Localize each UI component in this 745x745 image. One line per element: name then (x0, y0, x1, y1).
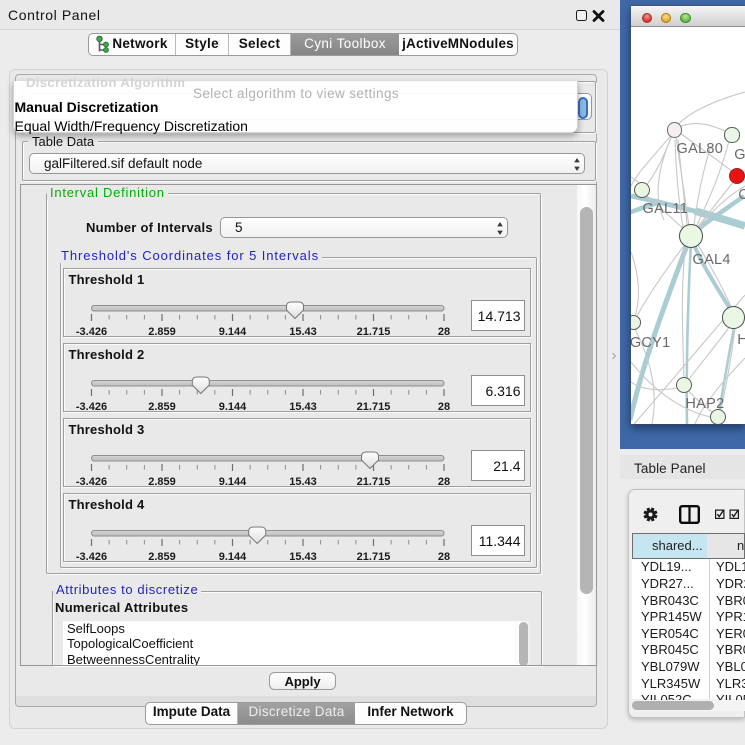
svg-text:2.859: 2.859 (148, 551, 176, 563)
svg-text:28: 28 (437, 476, 449, 488)
svg-text:2.859: 2.859 (148, 476, 176, 488)
svg-text:15.43: 15.43 (289, 326, 317, 338)
svg-text:15.43: 15.43 (289, 401, 317, 413)
svg-text:21.715: 21.715 (356, 326, 390, 338)
svg-text:28: 28 (437, 326, 449, 338)
svg-text:15.43: 15.43 (289, 476, 317, 488)
svg-text:9.144: 9.144 (218, 326, 246, 338)
svg-text:28: 28 (437, 551, 449, 563)
svg-text:28: 28 (437, 401, 449, 413)
svg-text:-3.426: -3.426 (75, 551, 106, 563)
svg-text:9.144: 9.144 (218, 401, 246, 413)
svg-text:2.859: 2.859 (148, 326, 176, 338)
svg-text:21.715: 21.715 (356, 551, 390, 563)
svg-text:9.144: 9.144 (218, 551, 246, 563)
svg-text:2.859: 2.859 (148, 401, 176, 413)
svg-text:21.715: 21.715 (356, 401, 390, 413)
svg-text:-3.426: -3.426 (75, 401, 106, 413)
svg-text:9.144: 9.144 (218, 476, 246, 488)
svg-text:15.43: 15.43 (289, 551, 317, 563)
svg-text:-3.426: -3.426 (75, 476, 106, 488)
svg-text:21.715: 21.715 (356, 476, 390, 488)
svg-text:-3.426: -3.426 (75, 326, 106, 338)
